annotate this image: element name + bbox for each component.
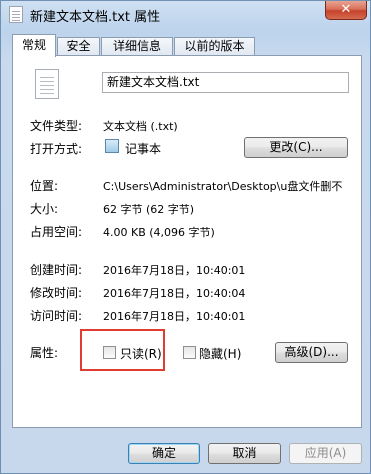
divider <box>29 165 349 166</box>
accessed-label: 访问时间: <box>30 309 83 323</box>
divider <box>29 332 349 333</box>
filename-input[interactable]: 新建文本文档.txt <box>102 72 349 93</box>
open-with-value: 记事本 <box>125 142 162 156</box>
created-label: 创建时间: <box>30 263 83 277</box>
annotation-highlight-box <box>80 329 165 371</box>
hidden-checkbox[interactable] <box>183 346 196 359</box>
size-value: 62 字节 (62 字节) <box>103 203 195 216</box>
text-file-icon <box>9 6 23 23</box>
size-on-disk-value: 4.00 KB (4,096 字节) <box>103 226 215 239</box>
tab-security[interactable]: 安全 <box>57 37 100 56</box>
tab-details[interactable]: 详细信息 <box>101 37 173 56</box>
file-type-value: 文本文档 (.txt) <box>103 120 178 133</box>
close-button[interactable]: ✕ <box>325 1 367 20</box>
apply-button[interactable]: 应用(A) <box>289 443 362 464</box>
created-value: 2016年7月18日，10:40:01 <box>103 264 246 277</box>
divider <box>29 250 349 251</box>
cancel-button[interactable]: 取消 <box>208 443 281 464</box>
hidden-label[interactable]: 隐藏(H) <box>199 345 241 362</box>
open-with-label: 打开方式: <box>30 142 83 156</box>
properties-dialog: 新建文本文档.txt 属性 ✕ 常规 安全 详细信息 以前的版本 新建文本文档.… <box>0 0 371 474</box>
location-value: C:\Users\Administrator\Desktop\u盘文件删不 <box>103 180 343 193</box>
title-bar[interactable]: 新建文本文档.txt 属性 ✕ <box>1 1 370 27</box>
attributes-label: 属性: <box>30 346 59 360</box>
modified-label: 修改时间: <box>30 286 83 300</box>
advanced-button[interactable]: 高级(D)... <box>275 342 348 363</box>
tab-general[interactable]: 常规 <box>12 34 56 57</box>
text-document-icon <box>35 69 59 99</box>
location-label: 位置: <box>30 179 59 193</box>
modified-value: 2016年7月18日，10:40:04 <box>103 287 246 300</box>
window-title: 新建文本文档.txt 属性 <box>30 10 161 25</box>
notepad-icon <box>105 139 119 153</box>
divider <box>29 106 349 107</box>
size-label: 大小: <box>30 202 59 216</box>
tab-previous-versions[interactable]: 以前的版本 <box>174 37 255 56</box>
size-on-disk-label: 占用空间: <box>30 225 83 239</box>
change-button[interactable]: 更改(C)... <box>244 137 348 158</box>
general-tab-panel <box>12 55 362 428</box>
ok-button[interactable]: 确定 <box>128 443 200 464</box>
accessed-value: 2016年7月18日，10:40:01 <box>103 310 246 323</box>
file-type-label: 文件类型: <box>30 119 83 133</box>
